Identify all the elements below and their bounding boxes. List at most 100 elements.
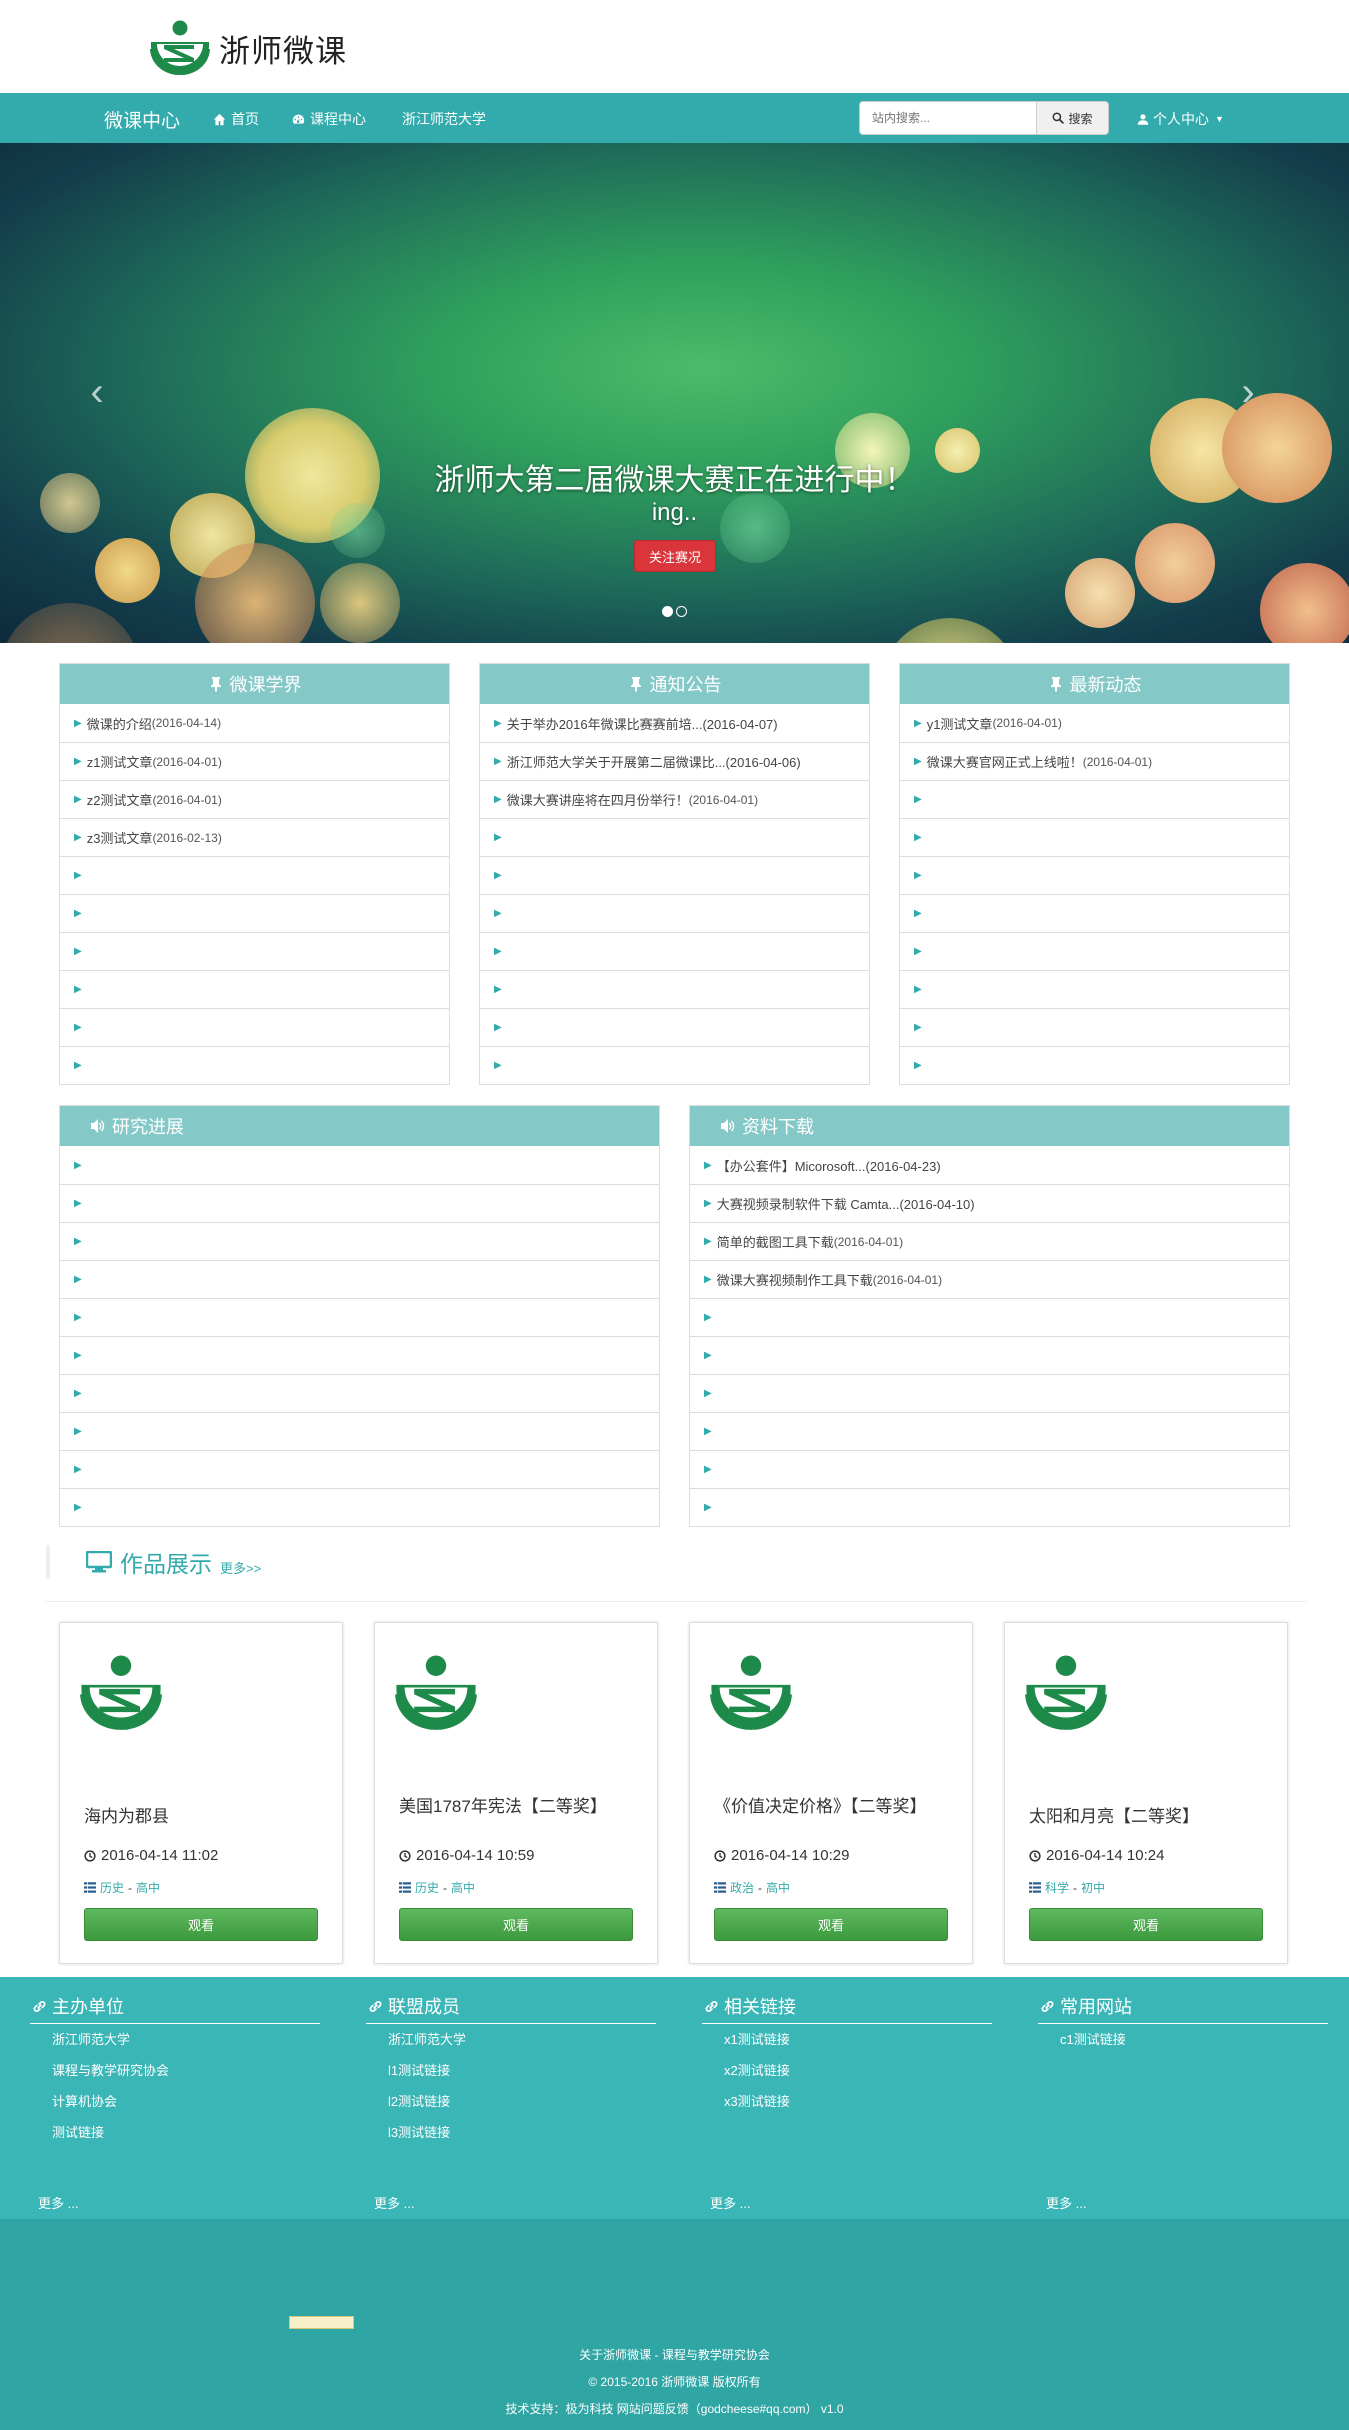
list-item[interactable]: ▶ xyxy=(900,856,1289,894)
list-item[interactable]: ▶ xyxy=(480,1046,869,1084)
carousel-cta-button[interactable]: 关注赛况 xyxy=(634,540,716,572)
list-item[interactable]: ▶ z1测试文章 (2016-04-01) xyxy=(60,742,449,780)
list-item[interactable]: ▶ xyxy=(690,1374,1289,1412)
list-item-title[interactable]: 微课大赛讲座将在四月份举行！ xyxy=(507,790,689,809)
footer-link[interactable]: x2测试链接 xyxy=(702,2055,992,2086)
list-item[interactable]: ▶ xyxy=(60,1008,449,1046)
list-item-title[interactable]: 简单的截图工具下载 xyxy=(717,1232,834,1251)
footer-link[interactable]: l3测试链接 xyxy=(366,2117,656,2148)
list-item[interactable]: ▶ xyxy=(60,1450,659,1488)
carousel-indicator-active[interactable] xyxy=(662,606,673,617)
footer-link[interactable]: 测试链接 xyxy=(30,2117,320,2148)
list-item-title[interactable]: 关于举办2016年微课比赛赛前培...(2016-04-07) xyxy=(507,714,778,733)
list-item[interactable]: ▶ xyxy=(900,1008,1289,1046)
nav-courses[interactable]: 课程中心 xyxy=(292,109,366,129)
work-level-link[interactable]: 初中 xyxy=(1081,1879,1105,1896)
carousel-prev-button[interactable]: ‹ xyxy=(82,372,112,412)
list-item[interactable]: ▶ xyxy=(690,1298,1289,1336)
list-item[interactable]: ▶ xyxy=(60,970,449,1008)
list-item[interactable]: ▶ xyxy=(60,1046,449,1084)
list-item-title[interactable]: 大赛视频录制软件下载 Camta...(2016-04-10) xyxy=(717,1194,975,1213)
footer-link[interactable]: 课程与教学研究协会 xyxy=(30,2055,320,2086)
list-item[interactable]: ▶ xyxy=(60,1146,659,1184)
footer-link[interactable]: 计算机协会 xyxy=(30,2086,320,2117)
work-title[interactable]: 海内为郡县 xyxy=(84,1807,324,1827)
footer-link[interactable]: l2测试链接 xyxy=(366,2086,656,2117)
list-item[interactable]: ▶ 微课大赛视频制作工具下载 (2016-04-01) xyxy=(690,1260,1289,1298)
list-item[interactable]: ▶ xyxy=(480,818,869,856)
list-item[interactable]: ▶ 微课的介绍 (2016-04-14) xyxy=(60,704,449,742)
list-item[interactable]: ▶ xyxy=(60,1488,659,1526)
list-item[interactable]: ▶ xyxy=(480,894,869,932)
list-item[interactable]: ▶ xyxy=(690,1450,1289,1488)
list-item[interactable]: ▶ xyxy=(690,1336,1289,1374)
work-title[interactable]: 《价值决定价格》【二等奖】 xyxy=(714,1797,954,1817)
list-item-title[interactable]: z1测试文章 xyxy=(87,752,153,771)
list-item[interactable]: ▶ xyxy=(60,1222,659,1260)
nav-brand[interactable]: 微课中心 xyxy=(104,106,180,133)
work-level-link[interactable]: 高中 xyxy=(766,1879,790,1896)
list-item[interactable]: ▶ xyxy=(60,932,449,970)
work-title[interactable]: 太阳和月亮【二等奖】 xyxy=(1029,1807,1269,1827)
list-item[interactable]: ▶ xyxy=(900,970,1289,1008)
work-card[interactable]: 《价值决定价格》【二等奖】 2016-04-14 10:29 政治 - 高中 观看 xyxy=(689,1622,973,1964)
work-subject-link[interactable]: 历史 xyxy=(100,1879,124,1896)
list-item-title[interactable]: z3测试文章 xyxy=(87,828,153,847)
list-item-title[interactable]: z2测试文章 xyxy=(87,790,153,809)
work-card[interactable]: 海内为郡县 2016-04-14 11:02 历史 - 高中 观看 xyxy=(59,1622,343,1964)
list-item[interactable]: ▶ xyxy=(690,1412,1289,1450)
footer-more-link[interactable]: 更多 ... xyxy=(38,2193,78,2212)
list-item[interactable]: ▶ xyxy=(60,894,449,932)
list-item-title[interactable]: 微课的介绍 xyxy=(87,714,152,733)
nav-zjnu[interactable]: 浙江师范大学 xyxy=(402,109,486,129)
list-item[interactable]: ▶ 微课大赛讲座将在四月份举行！ (2016-04-01) xyxy=(480,780,869,818)
list-item[interactable]: ▶ 浙江师范大学关于开展第二届微课比...(2016-04-06) xyxy=(480,742,869,780)
list-item[interactable]: ▶ 【办公套件】Micorosoft...(2016-04-23) xyxy=(690,1146,1289,1184)
watch-button[interactable]: 观看 xyxy=(84,1908,318,1941)
list-item[interactable]: ▶ 简单的截图工具下载 (2016-04-01) xyxy=(690,1222,1289,1260)
search-input[interactable] xyxy=(859,101,1037,135)
list-item[interactable]: ▶ xyxy=(690,1488,1289,1526)
footer-link[interactable]: l1测试链接 xyxy=(366,2055,656,2086)
footer-link[interactable]: c1测试链接 xyxy=(1038,2024,1328,2055)
work-card[interactable]: 美国1787年宪法【二等奖】 2016-04-14 10:59 历史 - 高中 观看 xyxy=(374,1622,658,1964)
footer-link[interactable]: 浙江师范大学 xyxy=(366,2024,656,2055)
list-item[interactable]: ▶ xyxy=(480,970,869,1008)
works-more-link[interactable]: 更多>> xyxy=(220,1558,261,1577)
list-item[interactable]: ▶ 关于举办2016年微课比赛赛前培...(2016-04-07) xyxy=(480,704,869,742)
list-item[interactable]: ▶ xyxy=(900,1046,1289,1084)
list-item-title[interactable]: 【办公套件】Micorosoft...(2016-04-23) xyxy=(717,1156,941,1175)
footer-more-link[interactable]: 更多 ... xyxy=(1046,2193,1086,2212)
work-subject-link[interactable]: 政治 xyxy=(730,1879,754,1896)
list-item[interactable]: ▶ xyxy=(60,1336,659,1374)
list-item-title[interactable]: 微课大赛官网正式上线啦！ xyxy=(927,752,1083,771)
list-item[interactable]: ▶ xyxy=(60,1298,659,1336)
list-item[interactable]: ▶ z3测试文章 (2016-02-13) xyxy=(60,818,449,856)
footer-about[interactable]: 关于浙师微课 - 课程与教学研究协会 xyxy=(0,2346,1349,2363)
footer-link[interactable]: x3测试链接 xyxy=(702,2086,992,2117)
footer-more-link[interactable]: 更多 ... xyxy=(710,2193,750,2212)
footer-link[interactable]: 浙江师范大学 xyxy=(30,2024,320,2055)
list-item[interactable]: ▶ xyxy=(480,1008,869,1046)
watch-button[interactable]: 观看 xyxy=(399,1908,633,1941)
list-item[interactable]: ▶ xyxy=(60,856,449,894)
work-level-link[interactable]: 高中 xyxy=(136,1879,160,1896)
footer-link[interactable]: x1测试链接 xyxy=(702,2024,992,2055)
list-item[interactable]: ▶ xyxy=(900,932,1289,970)
carousel-next-button[interactable]: › xyxy=(1233,372,1263,412)
list-item[interactable]: ▶ xyxy=(900,780,1289,818)
list-item[interactable]: ▶ z2测试文章 (2016-04-01) xyxy=(60,780,449,818)
list-item[interactable]: ▶ xyxy=(60,1374,659,1412)
watch-button[interactable]: 观看 xyxy=(1029,1908,1263,1941)
carousel-indicator[interactable] xyxy=(676,606,687,617)
work-title[interactable]: 美国1787年宪法【二等奖】 xyxy=(399,1797,639,1817)
list-item-title[interactable]: 浙江师范大学关于开展第二届微课比...(2016-04-06) xyxy=(507,752,801,771)
list-item-title[interactable]: y1测试文章 xyxy=(927,714,993,733)
list-item[interactable]: ▶ xyxy=(60,1260,659,1298)
list-item[interactable]: ▶ xyxy=(60,1412,659,1450)
list-item-title[interactable]: 微课大赛视频制作工具下载 xyxy=(717,1270,873,1289)
user-menu[interactable]: 个人中心 ▼ xyxy=(1137,109,1224,129)
search-button[interactable]: 搜索 xyxy=(1037,101,1109,135)
list-item[interactable]: ▶ xyxy=(900,894,1289,932)
list-item[interactable]: ▶ 大赛视频录制软件下载 Camta...(2016-04-10) xyxy=(690,1184,1289,1222)
